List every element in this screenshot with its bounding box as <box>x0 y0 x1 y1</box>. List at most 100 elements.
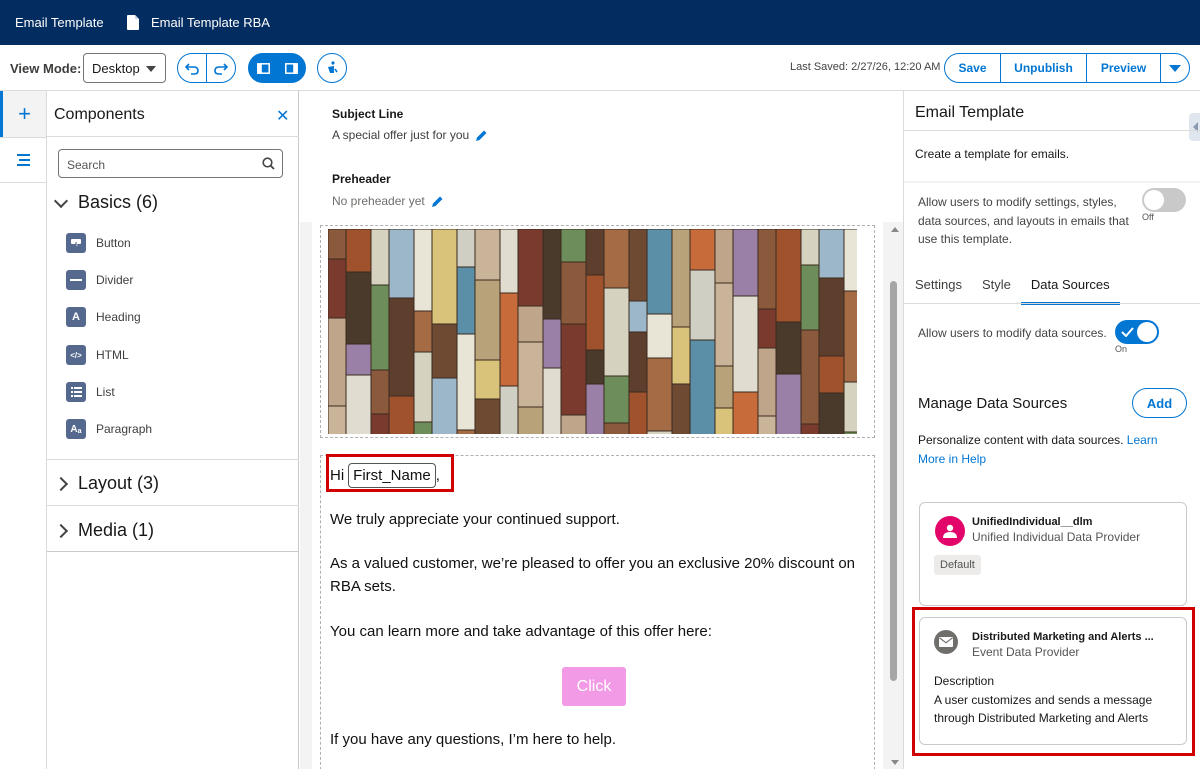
image-block[interactable] <box>320 225 875 438</box>
preheader-label: Preheader <box>332 172 391 186</box>
tab-style[interactable]: Style <box>982 277 1011 305</box>
wood-plank <box>843 381 857 433</box>
paragraph-component-icon: Aa <box>66 419 86 439</box>
pencil-icon[interactable] <box>431 195 444 208</box>
view-mode-value: Desktop <box>92 61 140 76</box>
component-list[interactable]: List <box>66 382 115 402</box>
pencil-icon[interactable] <box>475 129 488 142</box>
preheader-field[interactable]: No preheader yet <box>332 194 444 208</box>
click-button[interactable]: Click <box>562 667 626 706</box>
person-icon <box>935 516 965 546</box>
component-paragraph[interactable]: Aa Paragraph <box>66 419 152 439</box>
wood-plank <box>388 395 415 434</box>
left-panel-icon[interactable] <box>249 54 277 82</box>
undo-icon[interactable] <box>178 54 207 82</box>
search-input[interactable]: Search <box>58 149 283 178</box>
tab-email-template[interactable]: Email Template <box>15 15 104 30</box>
wood-plank <box>646 357 673 432</box>
section-layout[interactable]: Layout (3) <box>53 473 159 494</box>
wood-plank <box>413 310 433 353</box>
scroll-up-icon[interactable] <box>891 227 899 232</box>
wood-plank <box>542 367 562 434</box>
view-mode-select[interactable]: Desktop <box>83 53 166 83</box>
preview-button[interactable]: Preview <box>1087 54 1161 82</box>
wood-plank <box>689 339 716 434</box>
scrollbar-thumb[interactable] <box>890 281 897 681</box>
plus-icon: + <box>18 101 31 126</box>
text-block[interactable]: Hi First_Name, We truly appreciate your c… <box>320 455 875 769</box>
accessibility-icon <box>328 61 338 73</box>
section-label: Basics (6) <box>78 192 159 212</box>
panel-title: Email Template <box>915 104 1025 121</box>
wood-plank <box>370 229 390 286</box>
wood-plank <box>431 229 458 325</box>
close-icon[interactable]: ✕ <box>276 106 289 126</box>
panel-subtitle: Create a template for emails. <box>915 147 1070 161</box>
wood-plank <box>431 377 458 434</box>
tab-email-template-rba[interactable]: Email Template RBA <box>127 12 270 32</box>
tab-underline <box>904 303 1200 304</box>
panel-toggle-group <box>248 53 306 83</box>
email-body: Hi First_Name, We truly appreciate your c… <box>312 222 883 769</box>
section-basics[interactable]: Basics (6) <box>53 192 159 213</box>
component-heading[interactable]: A Heading <box>66 307 141 327</box>
save-button[interactable]: Save <box>945 54 1001 82</box>
component-button[interactable]: Button <box>66 233 131 253</box>
tab-settings[interactable]: Settings <box>915 277 962 305</box>
wood-plank <box>757 308 777 349</box>
wood-plank <box>585 349 605 385</box>
wood-plank <box>585 274 605 351</box>
allow-modify-toggle[interactable] <box>1142 188 1186 212</box>
divider <box>904 130 1200 131</box>
add-button[interactable]: Add <box>1132 388 1187 418</box>
document-icon <box>127 14 139 30</box>
wood-plank <box>800 264 820 331</box>
scroll-down-icon[interactable] <box>891 760 899 765</box>
wood-plank <box>517 305 544 343</box>
heading-component-icon: A <box>66 307 86 327</box>
wood-plank <box>646 313 673 359</box>
wood-plank <box>456 429 476 434</box>
wood-plank <box>628 229 648 302</box>
wood-plank <box>413 229 433 312</box>
allow-data-sources-text: Allow users to modify data sources. <box>918 326 1107 340</box>
data-source-card-unified[interactable]: UnifiedIndividual__dlm Unified Individua… <box>919 502 1187 606</box>
tab-data-sources[interactable]: Data Sources <box>1020 277 1120 305</box>
outline-button[interactable] <box>0 137 46 183</box>
wood-plank <box>818 277 845 357</box>
allow-modify-text: Allow users to modify settings, styles, … <box>918 195 1129 246</box>
allow-data-sources-toggle[interactable] <box>1115 320 1159 344</box>
wood-plank <box>671 326 691 385</box>
wood-plank <box>800 229 820 266</box>
properties-tabs: Settings Style Data Sources <box>915 277 1140 305</box>
chevron-down-icon <box>53 193 69 208</box>
divider-component-icon <box>66 270 86 290</box>
right-panel-icon[interactable] <box>277 54 305 82</box>
component-label: Divider <box>96 273 134 287</box>
card-subtitle: Unified Individual Data Provider <box>972 530 1141 544</box>
wood-plank <box>757 347 777 417</box>
wood-plank <box>818 392 845 434</box>
properties-panel: Email Template Create a template for ema… <box>903 91 1200 769</box>
add-components-button[interactable]: + <box>0 91 46 137</box>
component-label: List <box>96 385 115 399</box>
subject-line-field[interactable]: A special offer just for you <box>332 128 488 142</box>
list-icon <box>16 154 30 166</box>
wood-plank <box>560 229 587 263</box>
component-divider[interactable]: Divider <box>66 270 133 290</box>
email-meta: Subject Line A special offer just for yo… <box>300 91 903 222</box>
redo-icon[interactable] <box>207 54 235 82</box>
wood-plank <box>646 229 673 315</box>
unpublish-button[interactable]: Unpublish <box>1001 54 1087 82</box>
component-html[interactable]: </> HTML <box>66 345 129 365</box>
wood-plank <box>843 431 857 434</box>
collapse-handle[interactable] <box>1189 113 1200 141</box>
wood-plank <box>603 287 630 377</box>
accessibility-button[interactable] <box>317 53 347 83</box>
button-component-icon <box>66 233 86 253</box>
section-media[interactable]: Media (1) <box>53 520 154 541</box>
highlight-box <box>326 454 454 492</box>
more-actions-button[interactable] <box>1161 54 1189 82</box>
components-header: Components ✕ <box>47 91 299 137</box>
wood-plank <box>818 355 845 394</box>
